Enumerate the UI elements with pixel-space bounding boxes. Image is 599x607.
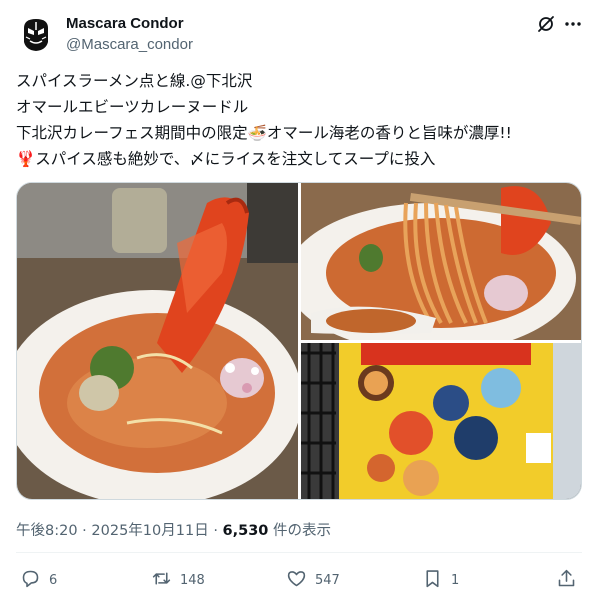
bookmark-button[interactable]: 1 xyxy=(422,565,459,595)
tweet-line: 🦞スパイス感も絶妙で、〆にライスを注文してスープに投入 xyxy=(16,150,436,168)
share-button[interactable] xyxy=(556,565,577,595)
views-count: 6,530 xyxy=(222,523,269,539)
tweet-line: スパイスラーメン点と線.@下北沢 xyxy=(16,72,253,90)
meta-separator: · xyxy=(213,523,218,539)
grok-slash-icon[interactable] xyxy=(536,14,556,34)
tweet-line: オマールエビーツカレーヌードル xyxy=(16,98,249,116)
bookmark-count: 1 xyxy=(451,572,460,588)
more-options-icon[interactable] xyxy=(563,14,583,34)
avatar[interactable] xyxy=(16,14,56,54)
meta-separator: · xyxy=(82,523,87,539)
views-label: 件の表示 xyxy=(273,523,332,539)
action-bar: 6 148 547 1 xyxy=(16,565,582,595)
repost-count: 148 xyxy=(180,572,205,588)
photo-ramen-bowl[interactable] xyxy=(17,183,298,499)
reply-icon xyxy=(20,568,41,593)
tweet-text: スパイスラーメン点と線.@下北沢 オマールエビーツカレーヌードル 下北沢カレーフ… xyxy=(16,68,586,172)
like-icon xyxy=(286,568,307,593)
like-count: 547 xyxy=(315,572,340,588)
bookmark-icon xyxy=(422,568,443,593)
like-button[interactable]: 547 xyxy=(286,565,340,595)
tweet-meta: 午後8:20 · 2025年10月11日 · 6,530 件の表示 xyxy=(16,519,331,540)
tweet-line: 下北沢カレーフェス期間中の限定🍜オマール海老の香りと旨味が濃厚!! xyxy=(16,124,512,142)
post-date[interactable]: 2025年10月11日 xyxy=(91,523,208,539)
reply-count: 6 xyxy=(49,572,58,588)
author-handle[interactable]: @Mascara_condor xyxy=(66,36,193,53)
tweet-card: Mascara Condor @Mascara_condor スパイスラーメン点… xyxy=(0,0,599,607)
repost-button[interactable]: 148 xyxy=(151,565,205,595)
post-time[interactable]: 午後8:20 xyxy=(16,523,78,539)
author-name[interactable]: Mascara Condor xyxy=(66,15,184,32)
divider xyxy=(16,552,582,553)
share-icon xyxy=(556,568,577,593)
repost-icon xyxy=(151,568,172,593)
photo-festival-poster[interactable] xyxy=(301,343,581,499)
reply-button[interactable]: 6 xyxy=(20,565,57,595)
media-grid xyxy=(16,182,582,500)
photo-noodles-lift[interactable] xyxy=(301,183,581,340)
